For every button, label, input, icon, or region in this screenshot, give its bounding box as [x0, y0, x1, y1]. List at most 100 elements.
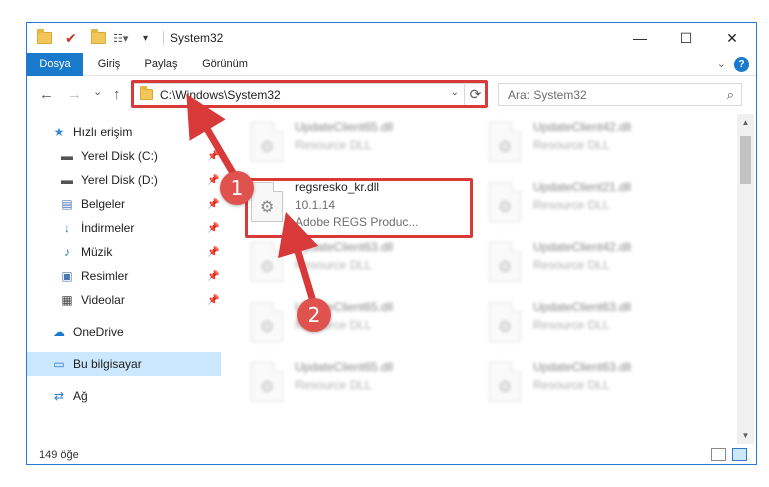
file-description: Resource DLL: [533, 258, 610, 272]
sidebar-item-quick-access[interactable]: ★ Hızlı erişim: [27, 120, 221, 144]
minimize-button[interactable]: —: [617, 23, 663, 53]
sidebar-item-this-pc[interactable]: ▭ Bu bilgisayar: [27, 352, 221, 376]
pin-icon[interactable]: 📌: [207, 199, 219, 210]
file-item[interactable]: ⚙ UpdateClient42.dll Resource DLL: [485, 116, 707, 172]
dll-file-icon: ⚙: [489, 302, 521, 342]
sidebar-item-music[interactable]: ♪ Müzik 📌: [27, 240, 221, 264]
download-icon: ↓: [64, 221, 70, 235]
file-description: Resource DLL: [533, 378, 610, 392]
navigation-pane: ★ Hızlı erişim ▬ Yerel Disk (C:) 📌 ▬ Yer…: [27, 114, 221, 444]
step-2-marker: 2: [297, 298, 331, 332]
drive-icon: ▬: [61, 173, 73, 187]
customize-toolbar-icon[interactable]: ▾: [143, 29, 148, 47]
sidebar-item-label: Yerel Disk (D:): [81, 173, 158, 187]
expand-ribbon-icon[interactable]: ⌄: [717, 57, 726, 70]
large-icons-view-icon[interactable]: [732, 448, 747, 461]
pin-icon[interactable]: 📌: [207, 223, 219, 234]
sidebar-item-label: Resimler: [81, 269, 129, 283]
title-divider: [163, 31, 164, 45]
sidebar-item-documents[interactable]: ▤ Belgeler 📌: [27, 192, 221, 216]
sidebar-item-label: Yerel Disk (C:): [81, 149, 158, 163]
sidebar-item-onedrive[interactable]: ☁ OneDrive: [27, 320, 221, 344]
file-name: UpdateClient42.dll: [533, 240, 632, 254]
help-button[interactable]: ?: [734, 57, 749, 72]
file-list: ⚙ UpdateClient65.dll Resource DLL ⚙ regs…: [221, 114, 737, 444]
videos-icon: ▦: [61, 293, 73, 307]
close-button[interactable]: ✕: [709, 23, 755, 53]
window-title: System32: [170, 31, 224, 45]
dll-file-icon: ⚙: [251, 242, 283, 282]
file-description: Resource DLL: [295, 258, 372, 272]
pin-icon[interactable]: 📌: [207, 295, 219, 306]
file-item[interactable]: ⚙ UpdateClient63.dll Resource DLL: [485, 296, 707, 352]
tab-home[interactable]: Giriş: [89, 53, 129, 76]
item-count: 149 öğe: [39, 449, 79, 461]
dll-file-icon: ⚙: [251, 302, 283, 342]
vertical-scrollbar[interactable]: ▲ ▼: [737, 114, 754, 444]
sidebar-item-label: Videolar: [81, 293, 125, 307]
file-description: Resource DLL: [533, 198, 610, 212]
computer-icon: ▭: [53, 357, 65, 371]
view-options-icon[interactable]: ☷▾: [113, 29, 128, 47]
recent-locations-button[interactable]: ⌄: [93, 85, 102, 98]
file-item[interactable]: ⚙ UpdateClient21.dll Resource DLL: [485, 176, 707, 232]
file-name: UpdateClient65.dll: [295, 360, 394, 374]
file-name: UpdateClient65.dll: [295, 120, 394, 134]
sidebar-item-disk-c[interactable]: ▬ Yerel Disk (C:) 📌: [27, 144, 221, 168]
sidebar-item-disk-d[interactable]: ▬ Yerel Disk (D:) 📌: [27, 168, 221, 192]
new-folder-icon[interactable]: [91, 29, 106, 47]
file-name: UpdateClient63.dll: [533, 360, 632, 374]
file-item[interactable]: ⚙ UpdateClient65.dll Resource DLL: [247, 296, 469, 352]
file-item[interactable]: ⚙ UpdateClient63.dll Resource DLL: [247, 236, 469, 292]
sidebar-item-videos[interactable]: ▦ Videolar 📌: [27, 288, 221, 312]
sidebar-item-label: Ağ: [73, 389, 88, 403]
file-item[interactable]: ⚙ UpdateClient42.dll Resource DLL: [485, 236, 707, 292]
file-item[interactable]: ⚙ UpdateClient65.dll Resource DLL: [247, 116, 469, 172]
cloud-icon: ☁: [53, 325, 65, 339]
music-icon: ♪: [64, 245, 70, 259]
file-name: UpdateClient63.dll: [295, 240, 394, 254]
tab-view[interactable]: Görünüm: [197, 53, 253, 76]
file-description: Resource DLL: [295, 138, 372, 152]
back-button[interactable]: ←: [39, 86, 54, 103]
sidebar-item-downloads[interactable]: ↓ İndirmeler 📌: [27, 216, 221, 240]
pin-icon[interactable]: 📌: [207, 247, 219, 258]
ribbon: Dosya Giriş Paylaş Görünüm ⌄ ?: [27, 53, 756, 109]
status-bar: 149 öğe: [27, 444, 756, 464]
sidebar-item-network[interactable]: ⇄ Ağ: [27, 384, 221, 408]
details-view-icon[interactable]: [711, 448, 726, 461]
documents-icon: ▤: [61, 197, 73, 211]
pin-icon[interactable]: 📌: [207, 175, 219, 186]
title-bar: ✔ ☷▾ ▾ System32 — ☐ ✕: [27, 23, 756, 53]
folder-icon: [37, 29, 52, 47]
file-description: Resource DLL: [533, 318, 610, 332]
sidebar-item-label: Müzik: [81, 245, 113, 259]
pin-icon[interactable]: 📌: [207, 151, 219, 162]
drive-icon: ▬: [61, 149, 73, 163]
up-button[interactable]: ↑: [113, 86, 121, 103]
maximize-button[interactable]: ☐: [663, 23, 709, 53]
forward-button[interactable]: →: [67, 86, 82, 103]
star-icon: ★: [53, 125, 65, 139]
properties-icon[interactable]: ✔: [65, 29, 77, 47]
scroll-thumb[interactable]: [740, 136, 751, 184]
scroll-up-icon[interactable]: ▲: [737, 118, 754, 127]
scroll-down-icon[interactable]: ▼: [737, 431, 754, 440]
pin-icon[interactable]: 📌: [207, 271, 219, 282]
sidebar-item-label: Hızlı erişim: [73, 125, 133, 139]
search-input[interactable]: Ara: System32 ⌕: [498, 83, 742, 106]
file-item[interactable]: ⚙ UpdateClient65.dll Resource DLL: [247, 356, 469, 412]
file-item[interactable]: ⚙ UpdateClient63.dll Resource DLL: [485, 356, 707, 412]
sidebar-item-pictures[interactable]: ▣ Resimler 📌: [27, 264, 221, 288]
file-description: Resource DLL: [295, 378, 372, 392]
sidebar-item-label: OneDrive: [73, 325, 124, 339]
file-highlight-box: [245, 178, 473, 238]
dll-file-icon: ⚙: [489, 182, 521, 222]
step-1-marker: 1: [220, 171, 254, 205]
sidebar-item-label: Belgeler: [81, 197, 126, 211]
dll-file-icon: ⚙: [489, 122, 521, 162]
file-description: Resource DLL: [533, 138, 610, 152]
network-icon: ⇄: [53, 389, 65, 403]
sidebar-item-label: Bu bilgisayar: [73, 357, 142, 371]
tab-share[interactable]: Paylaş: [137, 53, 185, 76]
